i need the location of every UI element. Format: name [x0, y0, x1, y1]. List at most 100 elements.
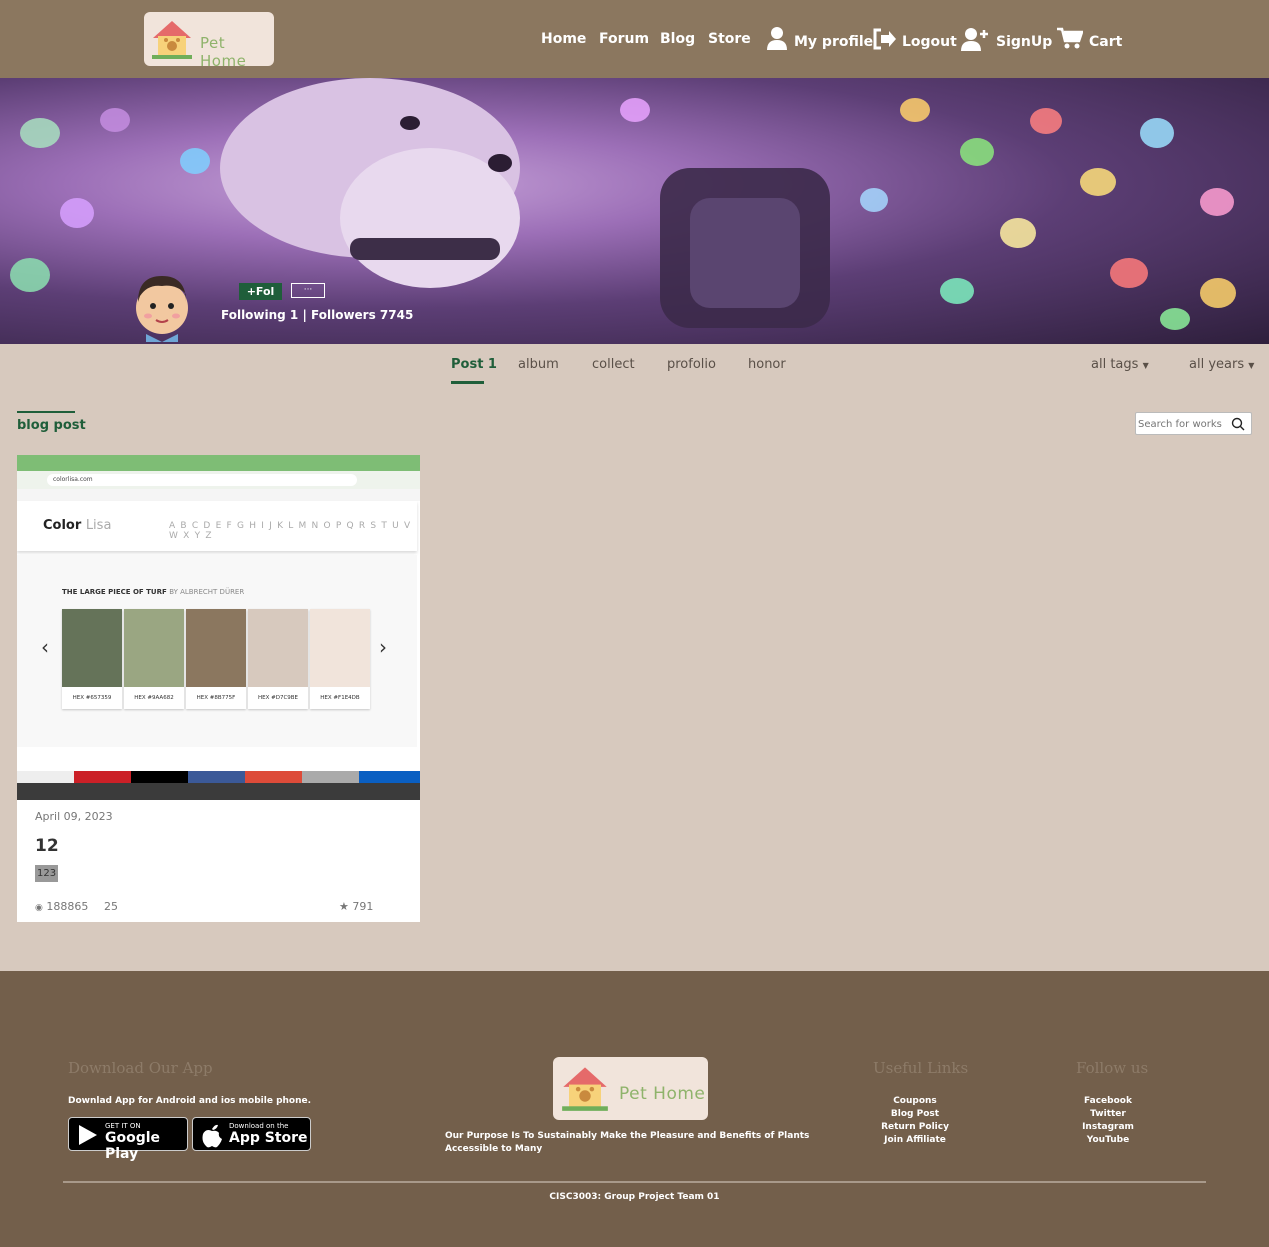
download-text: Downlad App for Android and ios mobile p… — [68, 1096, 312, 1106]
nav-forum[interactable]: Forum — [599, 31, 649, 47]
pet-house-icon — [562, 1067, 608, 1111]
social-links: Facebook Twitter Instagram YouTube — [1053, 1095, 1163, 1147]
search-box — [1135, 412, 1252, 435]
tab-collect[interactable]: collect — [592, 357, 635, 372]
download-heading: Download Our App — [68, 1059, 213, 1077]
swatch-fill — [124, 609, 184, 687]
post-title[interactable]: 12 — [35, 836, 59, 856]
swatch-hex: HEX #9AA682 — [134, 695, 174, 701]
color-swatch: HEX #657359 — [62, 609, 122, 709]
artwork-name: THE LARGE PIECE OF TURF — [62, 588, 167, 596]
copyright-text: CISC3003: Group Project Team 01 — [549, 1192, 720, 1202]
footer-link-blog-post[interactable]: Blog Post — [860, 1108, 970, 1121]
section-title-underline — [17, 411, 75, 413]
app-store-small: Download on the — [229, 1122, 289, 1130]
more-options-button[interactable]: ··· — [291, 283, 325, 298]
browser-tabbar — [17, 455, 420, 471]
site-header: Pet Home Home Forum Blog Store My profil… — [0, 0, 1269, 78]
car-mirror-shape — [660, 168, 830, 328]
user-icon[interactable] — [766, 26, 788, 50]
pet-house-icon — [152, 21, 192, 59]
chevron-left-icon: ‹ — [41, 635, 49, 659]
profile-avatar[interactable] — [132, 272, 192, 342]
footer-link-coupons[interactable]: Coupons — [860, 1095, 970, 1108]
footer-purpose: Our Purpose Is To Sustainably Make the P… — [445, 1131, 810, 1154]
nav-cart[interactable]: Cart — [1089, 34, 1122, 50]
section-title: blog post — [17, 418, 86, 433]
apple-icon — [202, 1124, 222, 1148]
post-cover-image[interactable]: colorlisa.com Color Lisa A B C D E F G H… — [17, 455, 420, 800]
nav-logout[interactable]: Logout — [902, 34, 957, 50]
share-bar — [17, 771, 420, 783]
footer-link-twitter[interactable]: Twitter — [1053, 1108, 1163, 1121]
post-tag[interactable]: 123 — [35, 865, 59, 882]
color-swatch: HEX #D7C9BE — [248, 609, 308, 709]
caret-down-icon: ▼ — [1142, 361, 1149, 370]
swatch-fill — [186, 609, 246, 687]
footer-logo[interactable]: Pet Home — [553, 1057, 708, 1120]
brand-sub: Lisa — [85, 518, 112, 533]
tab-album[interactable]: album — [518, 357, 559, 372]
site-footer: Download Our App Downlad App for Android… — [0, 971, 1269, 1247]
swatch-fill — [248, 609, 308, 687]
follow-button[interactable]: +Fol — [239, 283, 282, 300]
swatch-hex: HEX #D7C9BE — [257, 695, 299, 701]
swatch-fill — [310, 609, 370, 687]
tab-profolio[interactable]: profolio — [667, 357, 716, 372]
color-swatch: HEX #8B775F — [186, 609, 246, 709]
active-tab-indicator — [451, 381, 484, 384]
site-logo[interactable]: Pet Home — [144, 12, 274, 70]
footer-link-return-policy[interactable]: Return Policy — [860, 1121, 970, 1134]
nav-blog[interactable]: Blog — [660, 31, 695, 47]
artwork-title: THE LARGE PIECE OF TURF BY ALBRECHT DÜRE… — [62, 588, 244, 596]
app-store-button[interactable]: Download on the App Store — [192, 1117, 311, 1151]
search-icon[interactable] — [1231, 417, 1245, 431]
tags-filter-label: all tags — [1091, 357, 1139, 372]
footer-link-youtube[interactable]: YouTube — [1053, 1134, 1163, 1147]
post-views: ◉ 188865 — [35, 900, 88, 913]
views-count: 188865 — [46, 900, 89, 913]
years-filter-dropdown[interactable]: all years ▼ — [1189, 357, 1254, 372]
logo-text: Pet Home — [200, 34, 247, 70]
nav-my-profile[interactable]: My profile — [794, 34, 873, 50]
tags-filter-dropdown[interactable]: all tags ▼ — [1091, 357, 1149, 372]
footer-link-join-affiliate[interactable]: Join Affiliate — [860, 1134, 970, 1147]
useful-links-heading: Useful Links — [873, 1059, 969, 1077]
stars-count: 791 — [352, 900, 374, 913]
play-store-icon — [79, 1125, 97, 1145]
tab-post[interactable]: Post 1 — [451, 357, 497, 372]
search-input[interactable] — [1138, 416, 1230, 432]
years-filter-label: all years — [1189, 357, 1245, 372]
add-user-icon[interactable] — [961, 27, 989, 51]
comments-count: 25 — [104, 900, 118, 913]
post-date: April 09, 2023 — [35, 810, 113, 823]
brand-main: Color — [43, 518, 82, 533]
caret-down-icon: ▼ — [1248, 361, 1255, 370]
google-play-button[interactable]: GET IT ON Google Play — [68, 1117, 188, 1162]
nav-store[interactable]: Store — [708, 31, 751, 47]
artwork-artist: BY ALBRECHT DÜRER — [169, 588, 245, 596]
footer-link-instagram[interactable]: Instagram — [1053, 1121, 1163, 1134]
color-swatch: HEX #F1E4DB — [310, 609, 370, 709]
swatch-hex: HEX #F1E4DB — [320, 695, 360, 701]
browser-bookmarks — [17, 489, 420, 501]
eye-icon: ◉ — [35, 903, 43, 913]
swatch-hex: HEX #657359 — [72, 695, 112, 701]
nav-signup[interactable]: SignUp — [996, 34, 1052, 50]
chevron-right-icon: › — [379, 635, 387, 659]
useful-links: Coupons Blog Post Return Policy Join Aff… — [860, 1095, 970, 1147]
nav-home[interactable]: Home — [541, 31, 586, 47]
alphabet-index: A B C D E F G H I J K L M N O P Q R S T … — [169, 521, 412, 541]
google-play-big: Google Play — [105, 1130, 161, 1162]
blog-post-card[interactable]: colorlisa.com Color Lisa A B C D E F G H… — [17, 455, 420, 922]
follow-us-heading: Follow us — [1076, 1059, 1149, 1077]
star-icon: ★ — [339, 900, 349, 913]
tab-honor[interactable]: honor — [748, 357, 786, 372]
footer-divider — [63, 1181, 1206, 1183]
browser-url: colorlisa.com — [47, 474, 357, 486]
footer-link-facebook[interactable]: Facebook — [1053, 1095, 1163, 1108]
cart-icon[interactable] — [1057, 27, 1083, 49]
colorlisa-brand: Color Lisa — [43, 518, 111, 533]
os-taskbar — [17, 783, 420, 800]
logout-icon[interactable] — [872, 28, 896, 50]
